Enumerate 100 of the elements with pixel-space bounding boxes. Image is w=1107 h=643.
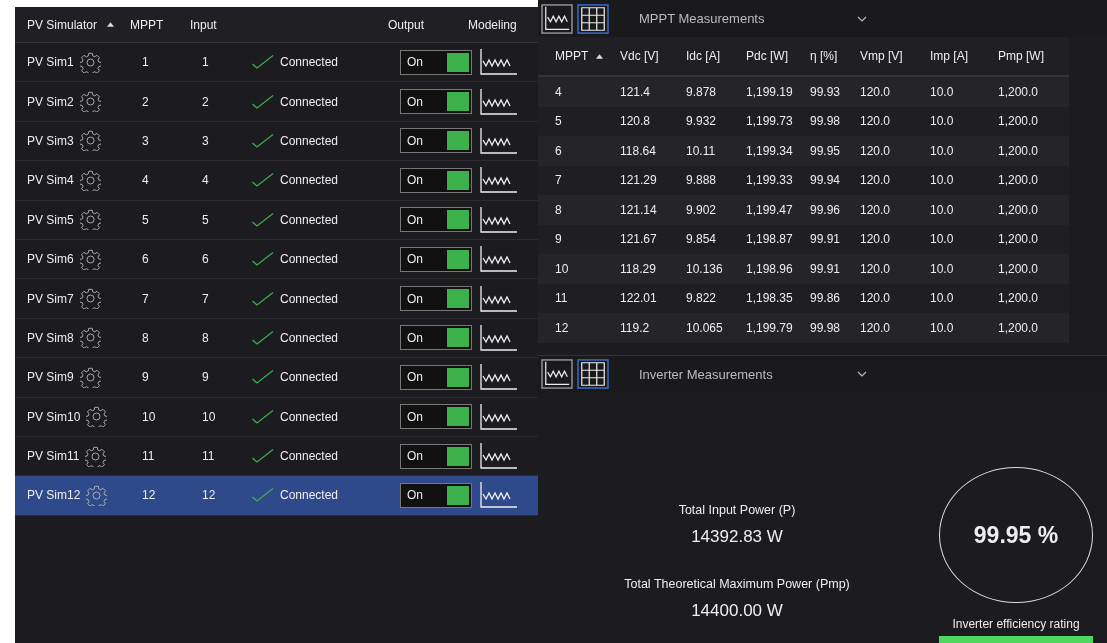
column-header[interactable]: Idc [A] <box>686 49 720 63</box>
waveform-icon[interactable] <box>480 246 518 273</box>
chart-view-icon[interactable] <box>541 3 573 34</box>
waveform-icon[interactable] <box>480 285 518 312</box>
chevron-down-icon[interactable] <box>857 371 867 377</box>
output-toggle[interactable]: On <box>400 443 472 469</box>
output-toggle[interactable]: On <box>400 49 472 75</box>
simulator-row[interactable]: PV Sim3 3 3 Connected On <box>15 121 538 162</box>
sort-icon <box>107 22 115 27</box>
output-toggle[interactable]: On <box>400 246 472 272</box>
simulator-row[interactable]: PV Sim2 2 2 Connected On <box>15 82 538 122</box>
table-cell: 1,200.0 <box>998 114 1039 129</box>
table-view-icon[interactable] <box>577 359 609 389</box>
settings-icon[interactable] <box>79 248 101 270</box>
output-toggle[interactable]: On <box>400 404 472 430</box>
column-header[interactable]: Modeling <box>468 17 517 32</box>
waveform-icon[interactable] <box>480 167 518 194</box>
waveform-icon[interactable] <box>480 364 518 391</box>
panel-dropdown[interactable]: Inverter Measurements <box>639 366 853 382</box>
settings-icon[interactable] <box>79 51 101 73</box>
column-header[interactable]: Vmp [V] <box>860 49 903 63</box>
table-cell: 1,200.0 <box>998 291 1039 306</box>
settings-icon[interactable] <box>79 209 101 231</box>
simulator-name: PV Sim5 <box>27 212 74 227</box>
column-header[interactable]: Pdc [W] <box>746 49 788 63</box>
simulator-row[interactable]: PV Sim5 5 5 Connected On <box>15 200 538 240</box>
chevron-down-icon[interactable] <box>857 15 867 22</box>
column-header[interactable]: Imp [A] <box>930 49 968 63</box>
column-header[interactable]: MPPT <box>555 49 604 63</box>
simulator-name: PV Sim3 <box>27 133 74 148</box>
column-header[interactable]: η [%] <box>810 49 838 63</box>
table-cell: 122.01 <box>620 291 657 306</box>
waveform-icon[interactable] <box>480 403 518 430</box>
column-header[interactable]: Vdc [V] <box>620 49 659 63</box>
column-header[interactable]: Input <box>190 17 217 32</box>
check-icon <box>252 252 274 267</box>
simulator-row[interactable]: PV Sim12 12 12 Connected On <box>15 476 538 516</box>
table-cell: 4 <box>142 173 149 188</box>
output-toggle[interactable]: On <box>400 167 472 193</box>
settings-icon[interactable] <box>79 169 101 191</box>
column-header[interactable]: MPPT <box>130 17 164 32</box>
simulator-row[interactable]: PV Sim10 10 10 Connected On <box>15 397 538 437</box>
output-toggle[interactable]: On <box>400 286 472 312</box>
settings-icon[interactable] <box>79 91 101 113</box>
column-header[interactable]: PV Simulator <box>27 17 115 32</box>
simulator-row[interactable]: PV Sim4 4 4 Connected On <box>15 161 538 201</box>
status-text: Connected <box>280 449 339 464</box>
status-text: Connected <box>280 133 339 148</box>
table-cell: 9.888 <box>686 173 717 188</box>
table-cell: 1 <box>142 55 149 70</box>
table-cell: 2 <box>142 94 149 109</box>
table-cell: 3 <box>142 133 149 148</box>
check-icon <box>252 291 274 306</box>
table-cell: 5 <box>555 114 562 129</box>
table-cell: 10 <box>142 409 156 424</box>
settings-icon[interactable] <box>79 130 101 152</box>
waveform-icon[interactable] <box>480 88 518 115</box>
waveform-icon[interactable] <box>480 482 518 509</box>
status-text: Connected <box>280 330 339 345</box>
table-cell: 1,200.0 <box>998 320 1039 335</box>
settings-icon[interactable] <box>86 485 108 506</box>
simulator-row[interactable]: PV Sim7 7 7 Connected On <box>15 279 538 319</box>
table-cell: 120.0 <box>860 143 891 158</box>
table-cell: 9.878 <box>686 84 717 99</box>
output-toggle[interactable]: On <box>400 128 472 154</box>
settings-icon[interactable] <box>79 327 101 349</box>
output-toggle[interactable]: On <box>400 207 472 233</box>
settings-icon[interactable] <box>85 445 107 467</box>
table-cell: 1,199.19 <box>746 84 793 99</box>
output-toggle[interactable]: On <box>400 483 472 508</box>
output-toggle[interactable]: On <box>400 89 472 115</box>
table-cell: 118.29 <box>620 261 656 276</box>
simulator-row[interactable]: PV Sim9 9 9 Connected On <box>15 358 538 398</box>
table-cell: 12 <box>142 488 156 503</box>
status-text: Connected <box>280 488 339 503</box>
settings-icon[interactable] <box>86 406 108 428</box>
waveform-icon[interactable] <box>480 443 518 470</box>
table-cell: 99.98 <box>810 114 841 129</box>
simulator-row[interactable]: PV Sim6 6 6 Connected On <box>15 239 538 280</box>
waveform-icon[interactable] <box>480 49 518 76</box>
settings-icon[interactable] <box>79 288 101 310</box>
chart-view-icon[interactable] <box>541 359 573 389</box>
table-cell: 1,198.87 <box>746 232 793 247</box>
check-icon <box>252 449 274 464</box>
waveform-icon[interactable] <box>480 127 518 154</box>
table-cell: 2 <box>202 94 209 109</box>
column-header[interactable]: Output <box>388 17 425 32</box>
simulator-row[interactable]: PV Sim1 1 1 Connected On <box>15 43 538 83</box>
output-toggle[interactable]: On <box>400 364 472 390</box>
panel-dropdown[interactable]: MPPT Measurements <box>639 11 853 26</box>
table-view-icon[interactable] <box>577 3 609 34</box>
settings-icon[interactable] <box>79 366 101 388</box>
waveform-icon[interactable] <box>480 206 518 233</box>
simulator-row[interactable]: PV Sim8 8 8 Connected On <box>15 318 538 359</box>
table-cell: 1,200.0 <box>998 232 1039 247</box>
table-cell: 6 <box>555 143 562 158</box>
output-toggle[interactable]: On <box>400 325 472 351</box>
column-header[interactable]: Pmp [W] <box>998 49 1044 63</box>
waveform-icon[interactable] <box>480 324 518 351</box>
table-cell: 6 <box>142 252 149 267</box>
